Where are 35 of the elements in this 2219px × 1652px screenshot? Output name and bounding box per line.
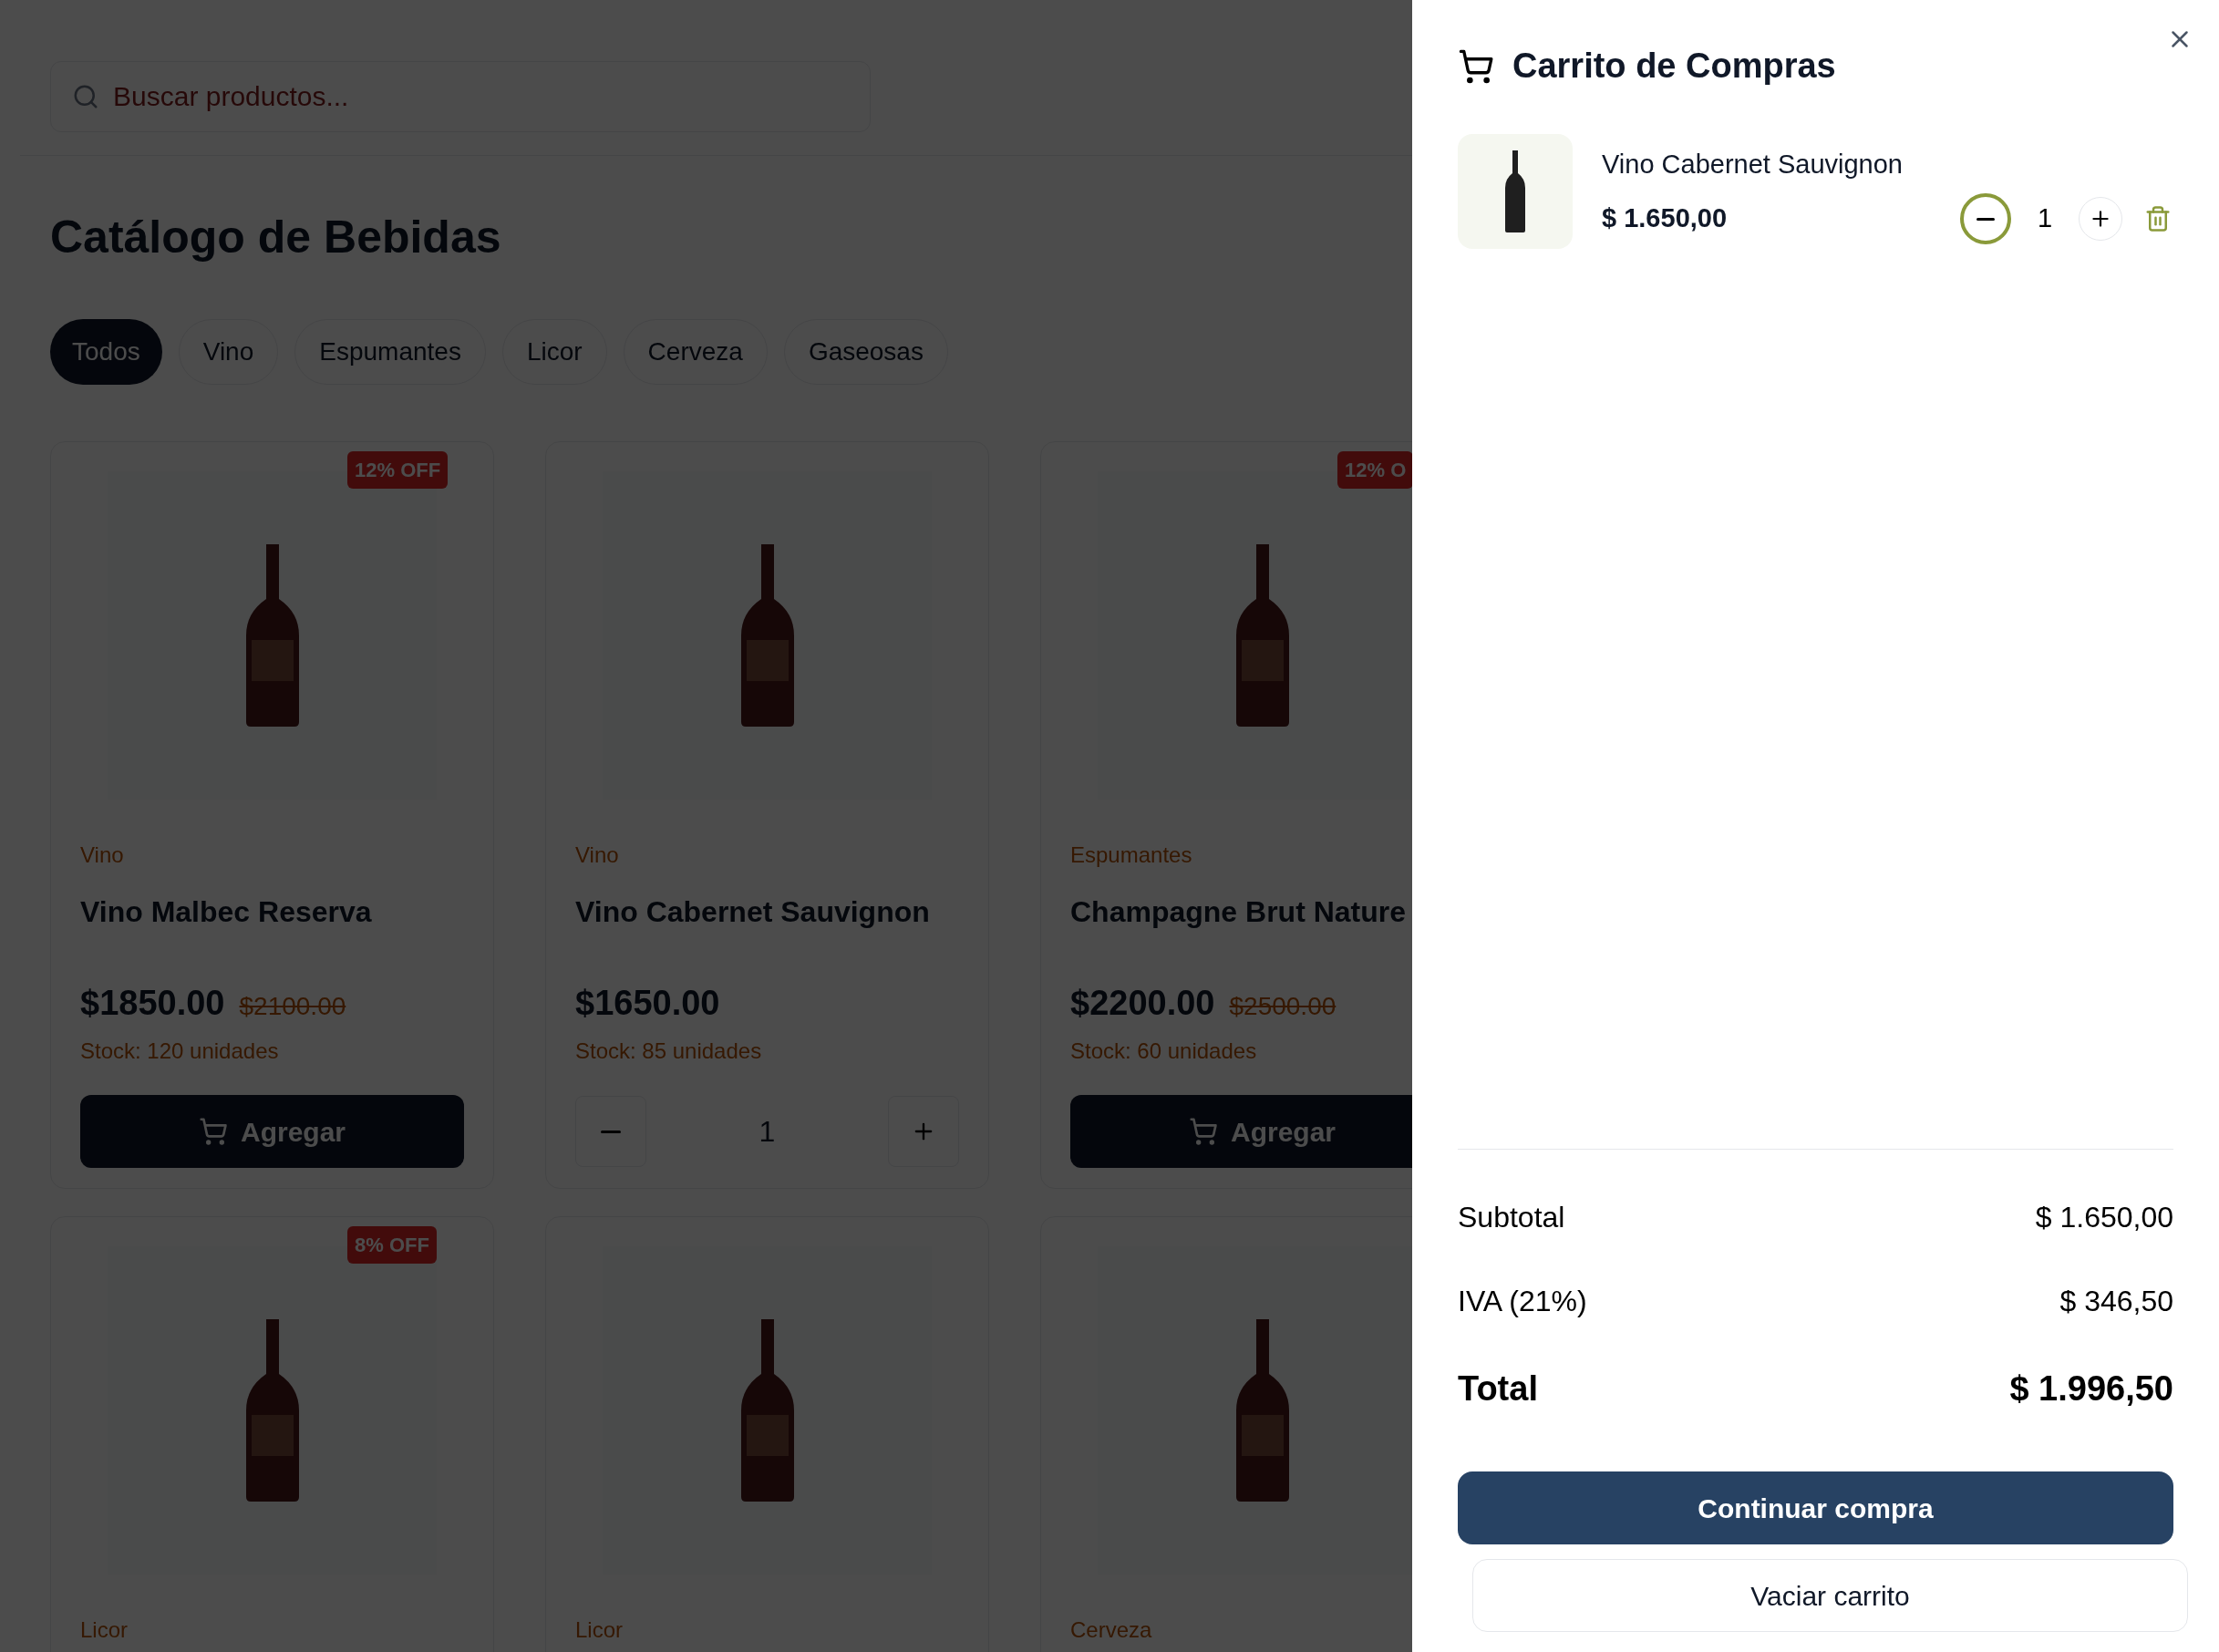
cart-item-name: Vino Cabernet Sauvignon — [1602, 148, 1904, 181]
product-name: Champagne Brut Nature — [1070, 894, 1408, 930]
product-category: Vino — [80, 841, 125, 869]
decrement-button[interactable] — [1960, 193, 2011, 244]
empty-cart-button[interactable]: Vaciar carrito — [1472, 1559, 2188, 1632]
product-category: Licor — [80, 1616, 129, 1644]
product-name: Vino Cabernet Sauvignon — [575, 894, 931, 930]
product-price: $1650.00 — [575, 983, 720, 1024]
stock-text: Stock: 85 unidades — [575, 1038, 763, 1065]
product-price: $1850.00 — [80, 983, 225, 1024]
summary-label: Subtotal — [1458, 1200, 1565, 1235]
summary-value: $ 1.996,50 — [2009, 1368, 2173, 1409]
stock-text: Stock: 120 unidades — [80, 1038, 280, 1065]
minus-icon — [1976, 217, 1995, 221]
summary-label: IVA (21%) — [1458, 1284, 1587, 1319]
product-price: $2200.00 — [1070, 983, 1215, 1024]
page-title: Catálogo de Bebidas — [50, 211, 501, 264]
trash-icon — [2144, 205, 2172, 232]
cart-title: Carrito de Compras — [1512, 46, 1836, 87]
original-price: $2100.00 — [239, 991, 346, 1022]
quantity-value: 1 — [759, 1114, 776, 1150]
stock-text: Stock: 60 unidades — [1070, 1038, 1258, 1065]
summary-value: $ 1.650,00 — [2035, 1200, 2173, 1235]
product-category: Licor — [575, 1616, 624, 1644]
product-category: Vino — [575, 841, 620, 869]
cart-icon — [1458, 47, 1494, 85]
continue-button[interactable]: Continuar compra — [1458, 1471, 2173, 1544]
original-price: $2500.00 — [1229, 991, 1337, 1022]
quantity-value: 1 — [2036, 202, 2054, 235]
cart-item-price: $ 1.650,00 — [1602, 202, 1729, 234]
product-category: Cerveza — [1070, 1616, 1153, 1644]
product-name: Vino Malbec Reserva — [80, 894, 373, 930]
summary-value: $ 346,50 — [2059, 1284, 2173, 1319]
product-category: Espumantes — [1070, 841, 1193, 869]
summary-label: Total — [1458, 1368, 1538, 1409]
